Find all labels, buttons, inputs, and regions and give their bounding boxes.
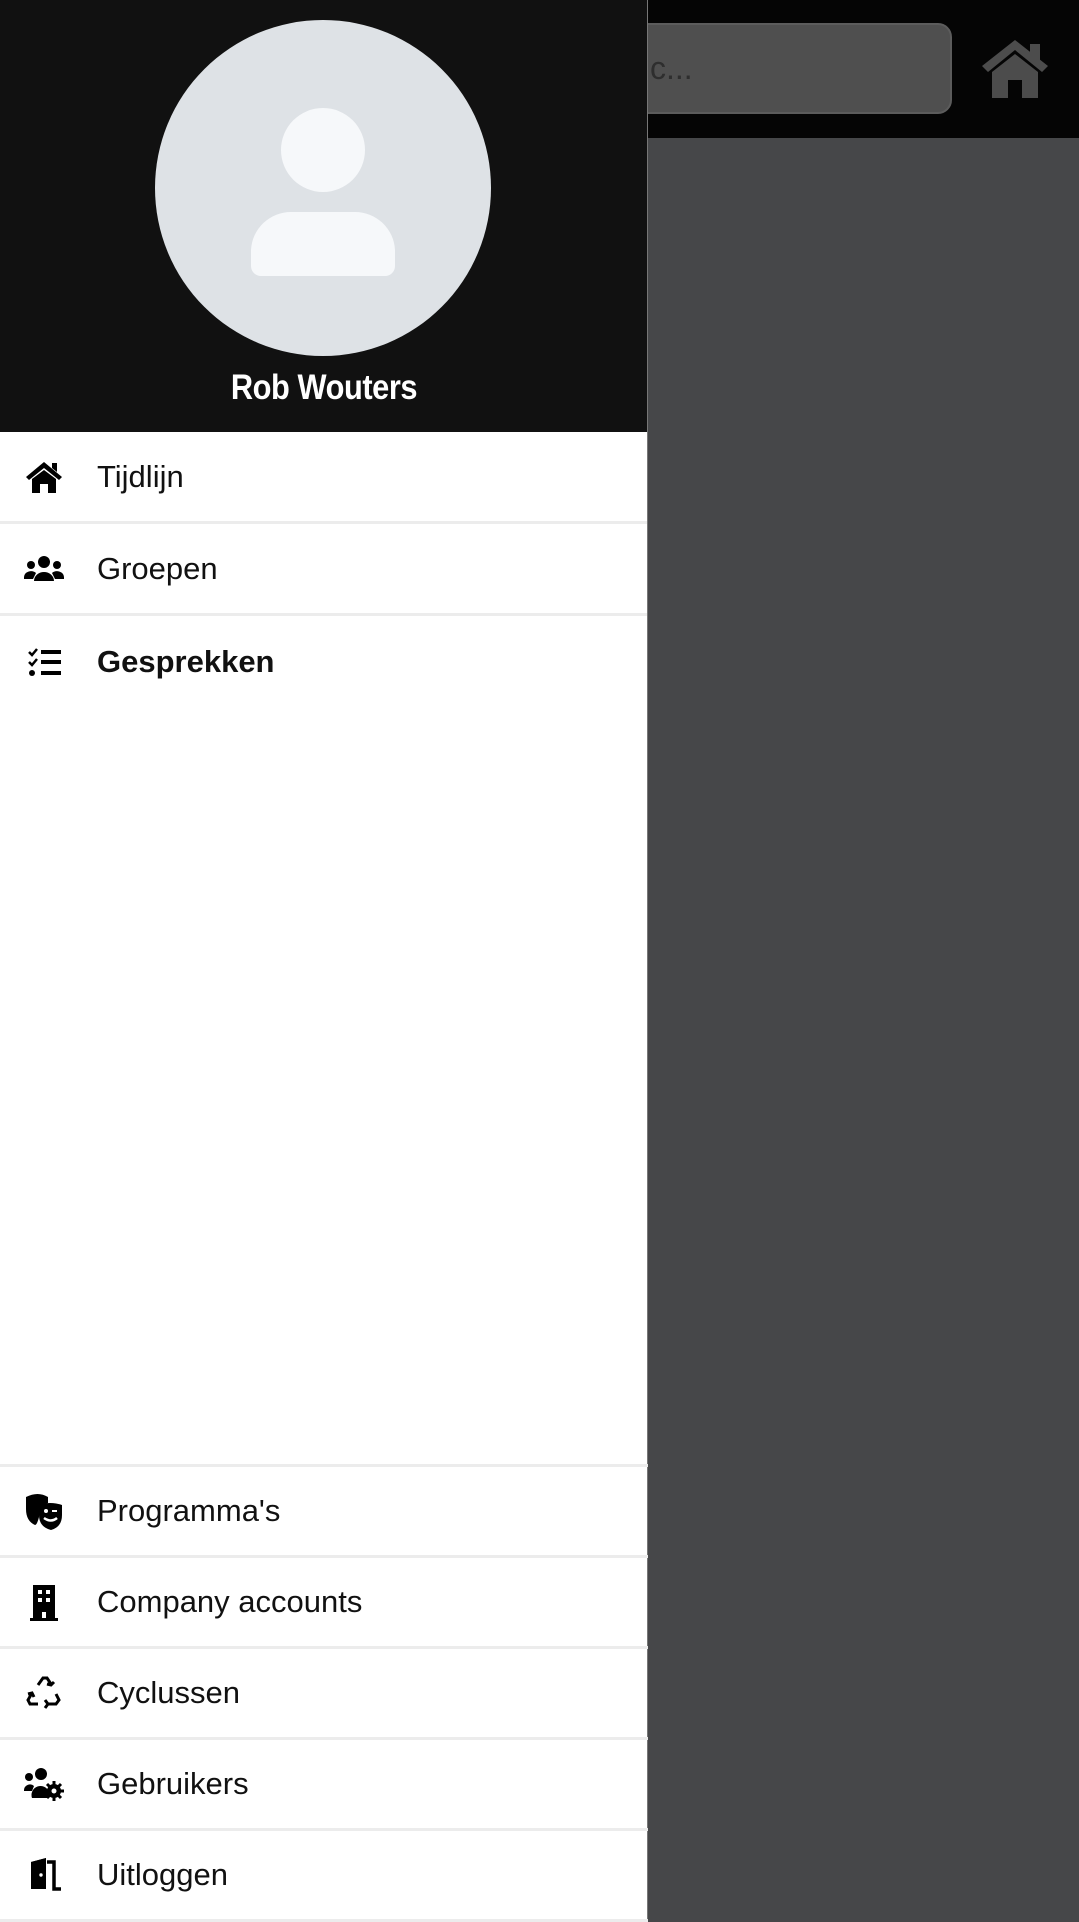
theater-masks-icon (26, 1494, 62, 1530)
nav-item-gesprekken[interactable]: Gesprekken (0, 616, 647, 708)
nav-item-tijdlijn[interactable]: Tijdlijn (0, 432, 647, 524)
user-icon (251, 108, 395, 276)
user-name: Rob Wouters (230, 368, 418, 407)
users-cog-icon (24, 1768, 64, 1801)
drawer-header: Rob Wouters (0, 0, 647, 432)
nav-item-label: Programma's (97, 1493, 281, 1528)
nav-item-label: Groepen (97, 550, 218, 586)
nav-item-company-accounts[interactable]: Company accounts (0, 1558, 648, 1649)
nav-item-gebruikers[interactable]: Gebruikers (0, 1740, 648, 1831)
drawer-bottom-menu: Programma's Company accounts Cyclussen G… (0, 1464, 648, 1922)
nav-item-label: Uitloggen (97, 1857, 228, 1892)
nav-drawer: Rob Wouters Tijdlijn Groepen Gesprekken … (0, 0, 648, 1922)
nav-item-label: Gebruikers (97, 1766, 249, 1801)
home-icon[interactable] (978, 36, 1052, 100)
nav-item-uitloggen[interactable]: Uitloggen (0, 1831, 648, 1922)
recycle-icon (26, 1676, 61, 1709)
nav-item-groepen[interactable]: Groepen (0, 524, 647, 616)
nav-item-label: Tijdlijn (97, 458, 184, 494)
tasks-list-icon (28, 648, 61, 676)
nav-item-label: Company accounts (97, 1584, 363, 1619)
avatar[interactable] (155, 20, 491, 356)
home-icon (26, 461, 62, 493)
nav-item-label: Cyclussen (97, 1675, 240, 1710)
nav-item-label: Gesprekken (97, 644, 275, 679)
nav-item-cyclussen[interactable]: Cyclussen (0, 1649, 648, 1740)
building-icon (30, 1585, 58, 1621)
users-icon (24, 555, 64, 581)
door-open-icon (26, 1858, 61, 1891)
nav-item-programmas[interactable]: Programma's (0, 1467, 648, 1558)
